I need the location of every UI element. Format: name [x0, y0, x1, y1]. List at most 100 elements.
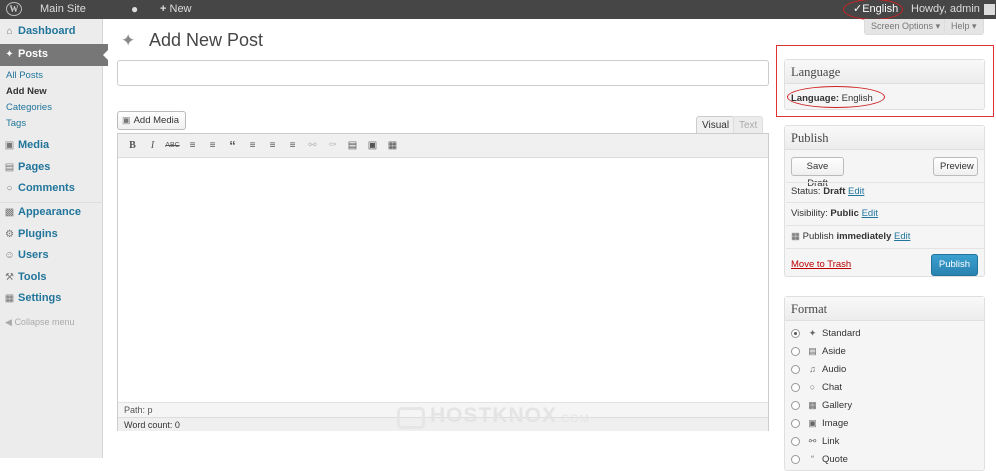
submenu-tags[interactable]: Tags: [6, 118, 26, 129]
align-center-icon[interactable]: ≡: [265, 139, 280, 153]
howdy-text: Howdy, admin: [911, 3, 980, 15]
save-draft-button[interactable]: Save Draft: [791, 157, 844, 189]
menu-label: Plugins: [18, 228, 58, 240]
visibility-label: Visibility:: [791, 208, 828, 219]
avatar: [983, 3, 995, 15]
help-button[interactable]: Help ▾: [944, 19, 984, 35]
submenu-all-posts[interactable]: All Posts: [6, 70, 43, 81]
menu-users[interactable]: ☺ Users: [0, 245, 103, 266]
plus-icon: +: [160, 3, 167, 15]
format-radio-aside[interactable]: [791, 347, 800, 356]
submenu-categories[interactable]: Categories: [6, 102, 52, 113]
menu-plugins[interactable]: ⚙ Plugins: [0, 224, 103, 245]
new-content-link[interactable]: + New: [160, 0, 192, 19]
chevron-down-icon: ▾: [935, 21, 941, 31]
menu-tools[interactable]: ⚒ Tools: [0, 267, 103, 288]
collapse-icon: ◀: [5, 317, 12, 327]
tab-visual[interactable]: Visual: [696, 116, 736, 134]
format-label: Image: [822, 418, 849, 429]
publish-box-title: Publish: [785, 126, 984, 150]
edit-schedule-link[interactable]: Edit: [894, 231, 910, 242]
edit-visibility-link[interactable]: Edit: [862, 208, 878, 219]
publish-box: Publish Save Draft Preview Status: Draft…: [784, 125, 985, 277]
kitchen-sink-icon[interactable]: ▦: [385, 139, 400, 153]
more-tag-icon[interactable]: ▤: [345, 139, 360, 153]
admin-sidebar: ⌂ Dashboard ✦ Posts All Posts Add New Cate…: [0, 19, 109, 458]
help-label: Help: [951, 21, 970, 31]
format-label: Aside: [822, 346, 846, 357]
menu-appearance[interactable]: ▩ Appearance: [0, 202, 103, 223]
page-title: Add New Post: [149, 30, 264, 50]
menu-posts[interactable]: ✦ Posts: [0, 44, 109, 66]
menu-media[interactable]: ▣ Media: [0, 135, 103, 156]
unlink-icon[interactable]: ⚰: [325, 139, 340, 153]
plugins-icon: ⚙: [5, 229, 14, 240]
align-left-icon[interactable]: ≡: [245, 139, 260, 153]
submenu-add-new[interactable]: Add New: [6, 86, 47, 97]
media-icon: ▣: [122, 115, 131, 125]
tools-icon: ⚒: [5, 272, 14, 283]
collapse-menu[interactable]: ◀ Collapse menu: [5, 317, 74, 328]
site-name-link[interactable]: Main Site: [40, 0, 86, 19]
audio-icon: ♫: [809, 364, 816, 374]
publish-label: Publish: [802, 231, 834, 242]
status-value: Draft: [823, 186, 846, 197]
publish-button[interactable]: Publish: [931, 254, 978, 276]
format-label: Link: [822, 436, 840, 447]
comments-icon: ○: [6, 183, 13, 194]
preview-button[interactable]: Preview: [933, 157, 978, 176]
format-label: Audio: [822, 364, 847, 375]
divider: [786, 182, 984, 183]
numbered-list-icon[interactable]: ≡: [205, 139, 220, 153]
edit-status-link[interactable]: Edit: [848, 186, 864, 197]
format-radio-quote[interactable]: [791, 455, 800, 464]
menu-label: Media: [18, 139, 50, 151]
menu-comments[interactable]: ○ Comments: [0, 178, 103, 199]
strikethrough-icon[interactable]: ABC: [165, 139, 180, 153]
bullet-list-icon[interactable]: ≡: [185, 139, 200, 153]
screen-options-button[interactable]: Screen Options ▾: [864, 19, 948, 35]
format-label: Gallery: [822, 400, 853, 411]
pages-icon: ▤: [4, 162, 15, 173]
publish-value: immediately: [836, 231, 892, 242]
chevron-down-icon: ▾: [972, 21, 977, 31]
blockquote-icon[interactable]: “: [225, 139, 240, 153]
add-media-button[interactable]: ▣ Add Media: [117, 111, 186, 130]
status-label: Status:: [791, 186, 821, 197]
format-radio-link[interactable]: [791, 437, 800, 446]
fullscreen-icon[interactable]: ▣: [365, 139, 380, 153]
format-radio-audio[interactable]: [791, 365, 800, 374]
menu-label: Settings: [18, 292, 62, 304]
add-media-label: Add Media: [133, 115, 179, 126]
divider: [786, 225, 984, 226]
post-title-input[interactable]: [117, 60, 769, 86]
menu-dashboard[interactable]: ⌂ Dashboard: [0, 21, 103, 42]
editor-toolbar: B I ABC ≡ ≡ “ ≡ ≡ ≡ ⚯ ⚰ ▤ ▣ ▦: [118, 134, 768, 158]
watermark: HOSTKNOX.COM: [430, 404, 590, 428]
pin-icon: ✦: [5, 49, 14, 60]
format-label: Standard: [822, 328, 861, 339]
tab-text[interactable]: Text: [733, 116, 764, 134]
divider: [786, 248, 984, 249]
menu-settings[interactable]: ▦ Settings: [0, 288, 103, 309]
format-radio-image[interactable]: [791, 419, 800, 428]
format-radio-chat[interactable]: [791, 383, 800, 392]
pin-icon: ✦: [121, 31, 136, 50]
link-icon[interactable]: ⚯: [305, 139, 320, 153]
format-box: Format ✦ Standard ▤ Aside ♫ Audio ○ Chat ▦ Ga…: [784, 296, 985, 471]
move-to-trash-link[interactable]: Move to Trash: [791, 259, 851, 270]
format-label: Chat: [822, 382, 843, 393]
format-radio-standard[interactable]: [791, 329, 800, 338]
wordpress-logo-icon[interactable]: W: [6, 2, 22, 16]
menu-pages[interactable]: ▤ Pages: [0, 157, 103, 178]
menu-label: Appearance: [18, 206, 81, 218]
italic-icon[interactable]: I: [145, 139, 160, 153]
my-account[interactable]: Howdy, admin: [911, 0, 995, 19]
bold-icon[interactable]: B: [125, 139, 140, 153]
comments-icon[interactable]: ●: [131, 0, 138, 19]
status-row: Status: Draft Edit: [791, 186, 864, 197]
format-radio-gallery[interactable]: [791, 401, 800, 410]
watermark-text: HOSTKNOX: [430, 404, 558, 427]
menu-label: Comments: [18, 182, 75, 194]
align-right-icon[interactable]: ≡: [285, 139, 300, 153]
